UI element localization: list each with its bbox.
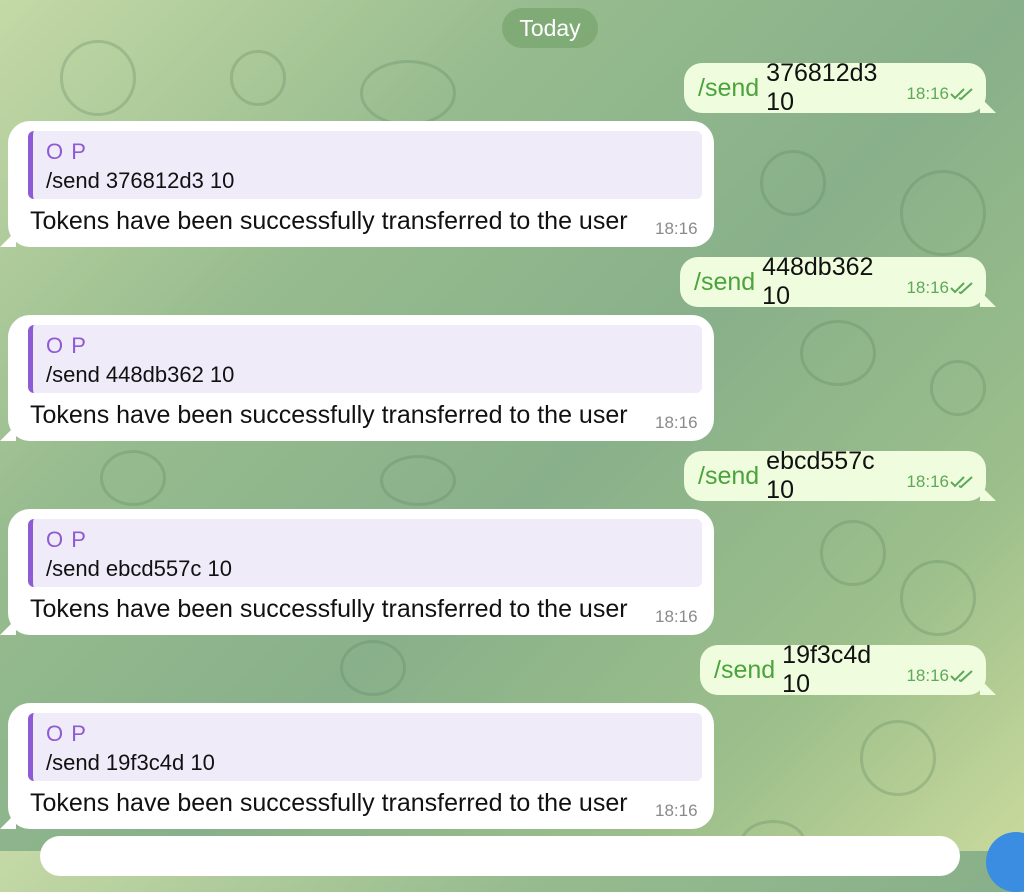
outgoing-message[interactable]: /send ebcd557c 10 18:16 [684,447,996,504]
message-text: Tokens have been successfully transferre… [30,401,628,429]
double-check-icon [950,282,973,295]
message-meta: 18:16 [906,666,976,686]
message-meta: 18:16 [906,84,976,104]
message-time: 18:16 [655,413,698,432]
message-time: 18:16 [655,801,698,820]
message-time: 18:16 [906,472,949,491]
message-time: 18:16 [655,219,698,238]
message-time: 18:16 [906,278,949,297]
incoming-message[interactable]: O P /send 448db362 10 Tokens have been s… [0,315,714,441]
message-text: Tokens have been successfully transferre… [30,789,628,817]
date-separator: Today [502,8,598,48]
reply-quote[interactable]: O P /send 19f3c4d 10 [28,713,702,781]
fab-button[interactable] [986,832,1024,892]
incoming-message[interactable]: O P /send 19f3c4d 10 Tokens have been su… [0,703,714,829]
reply-author: O P [46,139,87,164]
message-argument: 376812d3 10 [766,59,878,116]
outgoing-message[interactable]: /send 448db362 10 18:16 [680,253,996,310]
message-time: 18:16 [906,666,949,685]
command-link[interactable]: /send [694,268,755,297]
double-check-icon [950,670,973,683]
reply-text: /send 376812d3 10 [46,168,235,193]
outgoing-message[interactable]: /send 376812d3 10 18:16 [684,59,996,116]
message-argument: 19f3c4d 10 [782,641,872,698]
reply-text: /send 19f3c4d 10 [46,750,215,775]
command-link[interactable]: /send [698,74,759,103]
message-meta: 18:16 [906,278,976,298]
incoming-message[interactable]: O P /send ebcd557c 10 Tokens have been s… [0,509,714,635]
reply-text: /send 448db362 10 [46,362,235,387]
message-meta: 18:16 [906,472,976,492]
reply-author: O P [46,527,87,552]
reply-quote[interactable]: O P /send ebcd557c 10 [28,519,702,587]
message-text: Tokens have been successfully transferre… [30,595,628,623]
reply-author: O P [46,333,87,358]
reply-quote[interactable]: O P /send 448db362 10 [28,325,702,393]
command-link[interactable]: /send [698,462,759,491]
double-check-icon [950,476,973,489]
message-time: 18:16 [906,84,949,103]
incoming-message[interactable]: O P /send 376812d3 10 Tokens have been s… [0,121,714,247]
message-input-bar[interactable] [40,836,960,876]
command-link[interactable]: /send [714,656,775,685]
message-argument: 448db362 10 [762,253,874,310]
reply-quote[interactable]: O P /send 376812d3 10 [28,131,702,199]
reply-text: /send ebcd557c 10 [46,556,232,581]
double-check-icon [950,88,973,101]
message-argument: ebcd557c 10 [766,447,875,504]
message-time: 18:16 [655,607,698,626]
message-text: Tokens have been successfully transferre… [30,207,628,235]
outgoing-message[interactable]: /send 19f3c4d 10 18:16 [700,641,996,698]
reply-author: O P [46,721,87,746]
